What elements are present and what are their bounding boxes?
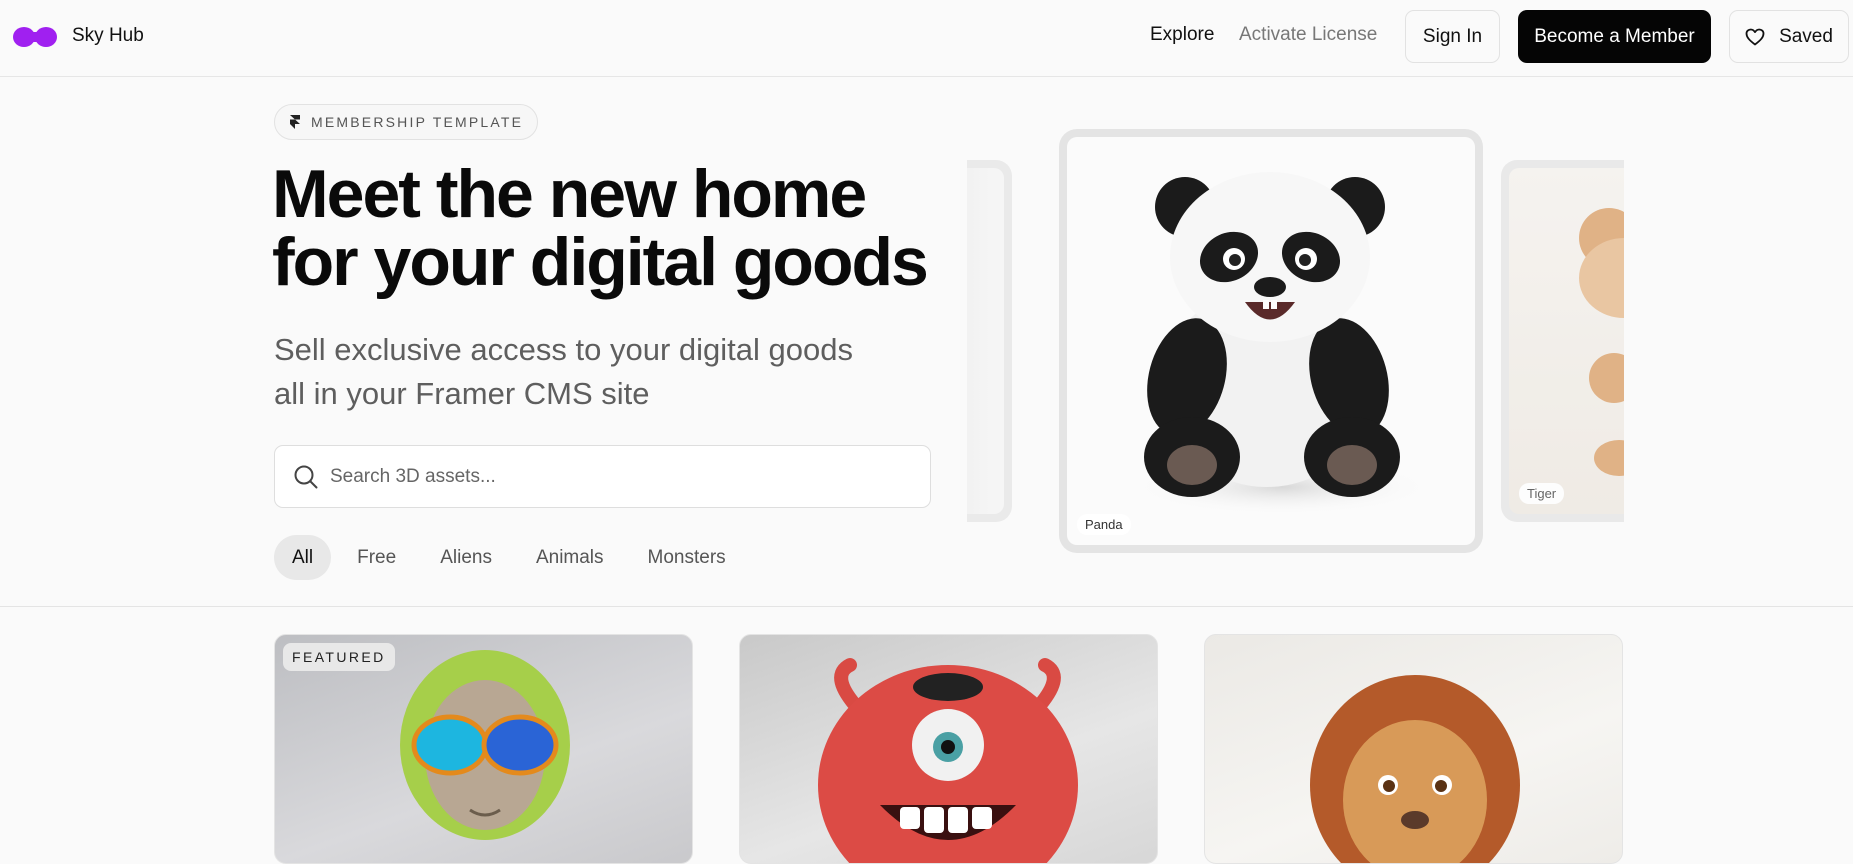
sky-hub-logo-icon[interactable] (12, 24, 58, 50)
tiger-label: Tiger (1519, 483, 1565, 504)
search-box[interactable] (274, 445, 931, 508)
section-divider (0, 606, 1853, 607)
red-monster-image (818, 658, 1078, 863)
search-icon (294, 465, 318, 489)
previous-card-image (967, 168, 1004, 514)
carousel-card-previous[interactable] (967, 160, 1012, 522)
hero-title: Meet the new home for your digital goods (272, 160, 932, 296)
panda-label: Panda (1077, 514, 1131, 535)
become-member-label: Become a Member (1534, 25, 1695, 47)
sign-in-label: Sign In (1422, 25, 1483, 47)
panda-image: Panda (1067, 137, 1475, 545)
filter-monsters[interactable]: Monsters (630, 535, 744, 580)
filter-aliens[interactable]: Aliens (422, 535, 510, 580)
badge-text: MEMBERSHIP TEMPLATE (311, 114, 524, 130)
hero-subtitle-line1: Sell exclusive access to your digital go… (274, 332, 853, 367)
hero-title-line2: for your digital goods (272, 224, 929, 300)
hero-subtitle-line2: all in your Framer CMS site (274, 376, 650, 411)
featured-carousel[interactable]: Panda Tiger (967, 128, 1624, 558)
nav-explore-link[interactable]: Explore (1150, 24, 1214, 46)
product-card-lion[interactable] (1204, 634, 1623, 864)
tiger-image: Tiger (1509, 168, 1624, 514)
membership-template-badge: MEMBERSHIP TEMPLATE (274, 104, 539, 140)
featured-badge: FEATURED (283, 643, 395, 671)
lion-image (1310, 675, 1520, 863)
nav-activate-license-link[interactable]: Activate License (1239, 24, 1377, 46)
site-header: Sky Hub Explore Activate License Sign In… (0, 0, 1853, 77)
category-filters: All Free Aliens Animals Monsters (274, 535, 744, 580)
hero-subtitle: Sell exclusive access to your digital go… (274, 328, 934, 416)
sign-in-button[interactable]: Sign In (1405, 10, 1500, 63)
carousel-card-panda[interactable]: Panda (1059, 129, 1483, 553)
product-card-monster[interactable] (739, 634, 1158, 864)
carousel-card-tiger[interactable]: Tiger (1501, 160, 1624, 522)
saved-label: Saved (1779, 25, 1833, 47)
filter-animals[interactable]: Animals (518, 535, 622, 580)
heart-icon (1745, 28, 1765, 45)
framer-icon (290, 115, 300, 129)
search-input[interactable] (330, 446, 920, 507)
brand-name[interactable]: Sky Hub (72, 25, 144, 47)
become-member-button[interactable]: Become a Member (1518, 10, 1711, 63)
hero-title-line1: Meet the new home (272, 156, 867, 232)
product-card-alien[interactable]: FEATURED (274, 634, 693, 864)
filter-all[interactable]: All (274, 535, 332, 580)
filter-free[interactable]: Free (339, 535, 414, 580)
saved-button[interactable]: Saved (1729, 10, 1849, 63)
